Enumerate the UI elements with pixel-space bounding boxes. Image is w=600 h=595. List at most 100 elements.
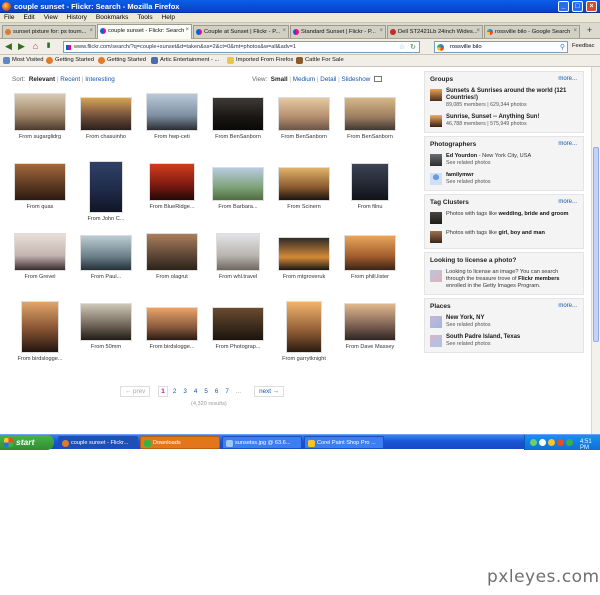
photo-thumbnail[interactable]	[14, 93, 66, 131]
page-4[interactable]: 4	[192, 387, 200, 396]
start-button[interactable]: start	[0, 435, 54, 450]
tag-cluster-item[interactable]: Photos with tags like girl, boy and man	[430, 230, 578, 244]
photo-caption[interactable]: From Dave Massey	[338, 344, 402, 350]
menu-view[interactable]: View	[40, 13, 63, 21]
photo-thumbnail[interactable]	[146, 307, 198, 341]
slideshow-icon[interactable]	[374, 76, 382, 83]
photo-thumbnail[interactable]	[14, 163, 66, 201]
photographer-item[interactable]: familymwr See related photos	[430, 172, 578, 186]
photo-thumbnail[interactable]	[14, 233, 66, 271]
photo-thumbnail[interactable]	[344, 303, 396, 341]
tab-close-icon[interactable]: ×	[282, 28, 286, 34]
menu-file[interactable]: File	[0, 13, 19, 21]
see-related-link[interactable]: See related photos	[446, 179, 578, 186]
photo-thumbnail[interactable]	[212, 97, 264, 131]
photo-thumbnail[interactable]	[146, 93, 198, 131]
photo-result[interactable]: From birdslogge...	[140, 301, 204, 371]
taskbar-corel[interactable]: Corel Paint Shop Pro ...	[304, 436, 384, 449]
prev-page-link[interactable]: ← prev	[120, 386, 151, 397]
photo-result[interactable]: From Photograp...	[206, 301, 270, 371]
search-input[interactable]: rossville bilo ⚲	[434, 41, 568, 53]
tab-rossville-bilo[interactable]: rossville bilo - Google Search ×	[484, 25, 580, 38]
photo-thumbnail[interactable]	[146, 233, 198, 271]
photo-caption[interactable]: From olagrut	[140, 274, 204, 280]
forward-icon[interactable]: ▶	[16, 41, 27, 52]
menu-bookmarks[interactable]: Bookmarks	[92, 13, 134, 21]
security-icon[interactable]	[548, 439, 555, 446]
see-related-link[interactable]: See related photos	[446, 322, 578, 329]
menu-history[interactable]: History	[63, 13, 92, 21]
menu-edit[interactable]: Edit	[19, 13, 39, 21]
photo-result[interactable]: From sugarglidrg	[8, 91, 72, 161]
address-bar[interactable]: www.flickr.com/search/?q=couple+sunset&d…	[63, 41, 420, 53]
photo-result[interactable]: From Barbara...	[206, 161, 270, 231]
tab-close-icon[interactable]: ×	[573, 28, 577, 34]
reload-icon[interactable]: ↻	[410, 43, 416, 51]
photo-thumbnail[interactable]	[80, 235, 132, 271]
photo-thumbnail[interactable]	[344, 97, 396, 131]
photo-thumbnail[interactable]	[80, 97, 132, 131]
photo-result[interactable]: From birdslogge...	[8, 301, 72, 371]
tab-close-icon[interactable]: ×	[379, 28, 383, 34]
photo-caption[interactable]: From Photograp...	[206, 344, 270, 350]
photo-result[interactable]: From Grevel	[8, 231, 72, 301]
menu-help[interactable]: Help	[158, 13, 180, 21]
photo-caption[interactable]: From Barbara...	[206, 204, 270, 210]
sort-recent[interactable]: Recent	[60, 76, 80, 83]
photo-caption[interactable]: From garrytknight	[272, 356, 336, 362]
photo-caption[interactable]: From quas	[8, 204, 72, 210]
photo-caption[interactable]: From John C...	[74, 216, 138, 222]
view-detail[interactable]: Detail	[320, 76, 336, 83]
photo-thumbnail[interactable]	[80, 303, 132, 341]
photo-thumbnail[interactable]	[216, 233, 260, 271]
bookmark-cattle-for-sale[interactable]: Cattle For Sale	[296, 57, 344, 64]
volume-icon[interactable]	[539, 439, 546, 446]
sort-interesting[interactable]: Interesting	[85, 76, 114, 83]
photo-thumbnail[interactable]	[212, 167, 264, 201]
bookmark-most-visited[interactable]: Most Visited	[3, 57, 43, 64]
next-page-link[interactable]: next →	[254, 386, 285, 397]
see-related-link[interactable]: See related photos	[446, 341, 578, 348]
photo-result[interactable]: From BenSanborn	[206, 91, 270, 161]
photo-caption[interactable]: From BenSanborn	[206, 134, 270, 140]
close-icon[interactable]: ×	[586, 1, 597, 12]
tab-couple-at-sunset[interactable]: Couple at Sunset | Flickr - P... ×	[193, 25, 289, 38]
tag-clusters-more-link[interactable]: more...	[558, 199, 577, 205]
photo-result[interactable]: From olagrut	[140, 231, 204, 301]
photo-caption[interactable]: From hwp-ceti	[140, 134, 204, 140]
photo-thumbnail[interactable]	[212, 307, 264, 341]
taskbar-firefox[interactable]: couple sunset - Flickr...	[58, 436, 138, 449]
sort-relevant[interactable]: Relevant	[29, 76, 55, 83]
tab-close-icon[interactable]: ×	[185, 27, 189, 33]
tab-close-icon[interactable]: ×	[89, 28, 93, 34]
photo-result[interactable]: From Paul...	[74, 231, 138, 301]
photo-result[interactable]: From 50mm	[74, 301, 138, 371]
page-2[interactable]: 2	[171, 387, 179, 396]
photo-result[interactable]: From quas	[8, 161, 72, 231]
bookmark-imported-firefox[interactable]: Imported From Firefox	[227, 57, 293, 64]
home-icon[interactable]: ⌂	[30, 41, 41, 52]
photo-thumbnail[interactable]	[344, 235, 396, 271]
tag-cluster-tags[interactable]: girl, boy and man	[499, 230, 545, 236]
photo-caption[interactable]: From birdslogge...	[140, 344, 204, 350]
page-5[interactable]: 5	[202, 387, 210, 396]
photo-thumbnail[interactable]	[278, 167, 330, 201]
tag-cluster-item[interactable]: Photos with tags like wedding, bride and…	[430, 211, 578, 225]
messenger-icon[interactable]	[566, 439, 573, 446]
photo-thumbnail[interactable]	[89, 161, 123, 213]
license-flickr-members-link[interactable]: Flickr members	[518, 276, 559, 282]
photo-caption[interactable]: From mtgroveruk	[272, 274, 336, 280]
see-related-link[interactable]: See related photos	[446, 160, 578, 167]
maximize-icon[interactable]: □	[572, 1, 583, 12]
photographer-item[interactable]: Ed Yourdon - New York City, USA See rela…	[430, 153, 578, 167]
photo-caption[interactable]: From Paul...	[74, 274, 138, 280]
photo-result[interactable]: From chasuinho	[74, 91, 138, 161]
photo-thumbnail[interactable]	[286, 301, 322, 353]
photo-result[interactable]: From garrytknight	[272, 301, 336, 371]
photo-result[interactable]: From Dave Massey	[338, 301, 402, 371]
view-small[interactable]: Small	[271, 76, 288, 83]
feedback-button[interactable]: Feedbac	[572, 43, 595, 49]
taskbar-sunsetss[interactable]: sunsetss.jpg @ 63.6...	[222, 436, 302, 449]
photo-result[interactable]: From hwp-ceti	[140, 91, 204, 161]
photo-result[interactable]: From John C...	[74, 161, 138, 231]
